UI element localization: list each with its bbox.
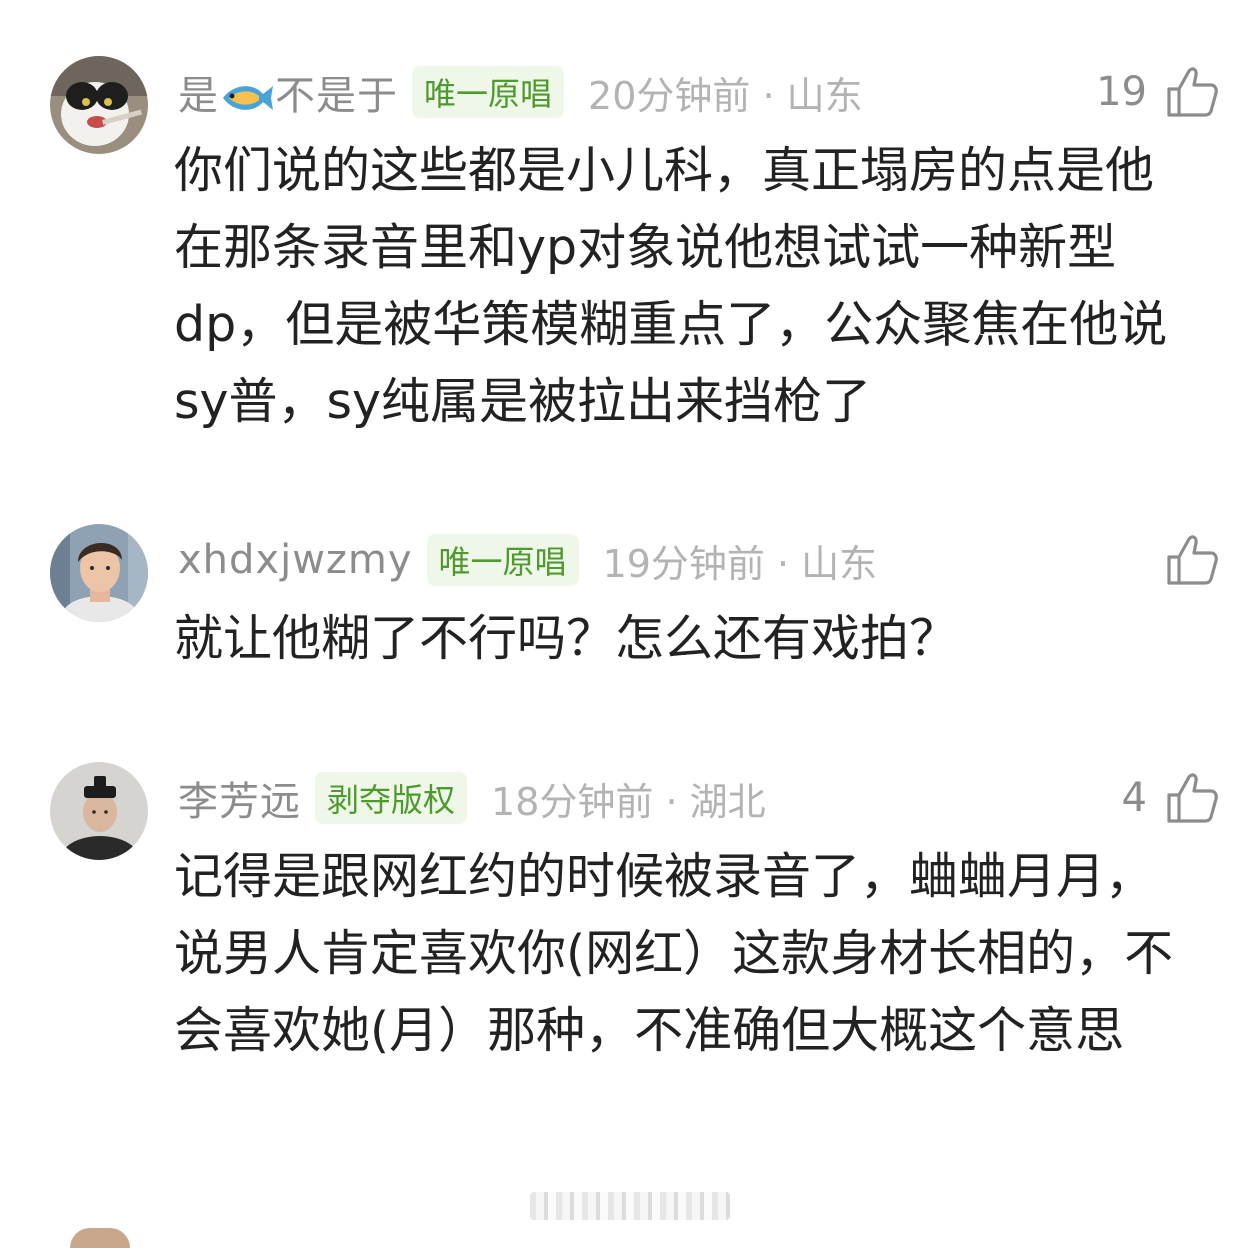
watermark-blur (530, 1192, 730, 1220)
cat-avatar-image (50, 56, 148, 154)
fish-icon (223, 86, 273, 110)
comment-text: 记得是跟网红约的时候被录音了，蛐蛐月月，说男人肯定喜欢你(网红）这款身材长相的，… (174, 848, 1174, 1059)
fan-badge[interactable]: 唯一原唱 (412, 66, 565, 118)
timestamp-location: 19分钟前 · 山东 (602, 541, 878, 586)
comment-text: 你们说的这些都是小儿科，真正塌房的点是他在那条录音里和yp对象说他想试试一种新型… (174, 142, 1168, 430)
thumbs-up-icon[interactable] (1165, 533, 1219, 587)
avatar[interactable] (50, 524, 148, 622)
username[interactable]: 李芳远 (178, 769, 301, 827)
fan-badge[interactable]: 唯一原唱 (426, 534, 579, 586)
username[interactable]: xhdxjwzmy (178, 537, 413, 583)
fan-badge[interactable]: 剥夺版权 (315, 772, 468, 824)
timestamp-location: 18分钟前 · 湖北 (491, 779, 766, 824)
thumbs-up-icon[interactable] (1165, 65, 1219, 119)
portrait-avatar-image (50, 524, 148, 622)
comment-header: xhdxjwzmy 唯一原唱 19分钟前 · 山东 (178, 532, 1219, 588)
comment-header: 是 不是于 唯一原唱 20分钟前 · 山东 19 (178, 64, 1219, 120)
timestamp-location: 20分钟前 · 山东 (588, 73, 863, 118)
avatar[interactable] (50, 762, 148, 860)
like-count: 4 (1121, 775, 1147, 821)
avatar[interactable] (50, 56, 148, 154)
avatar[interactable] (70, 1228, 130, 1248)
thumbs-up-icon[interactable] (1165, 771, 1219, 825)
comment-header: 李芳远 剥夺版权 18分钟前 · 湖北 4 (178, 770, 1219, 826)
like-count: 19 (1096, 69, 1147, 115)
portrait-avatar-image (50, 762, 148, 860)
username[interactable]: 是 不是于 (178, 63, 398, 121)
comment-text: 就让他糊了不行吗？怎么还有戏拍？ (174, 610, 959, 667)
